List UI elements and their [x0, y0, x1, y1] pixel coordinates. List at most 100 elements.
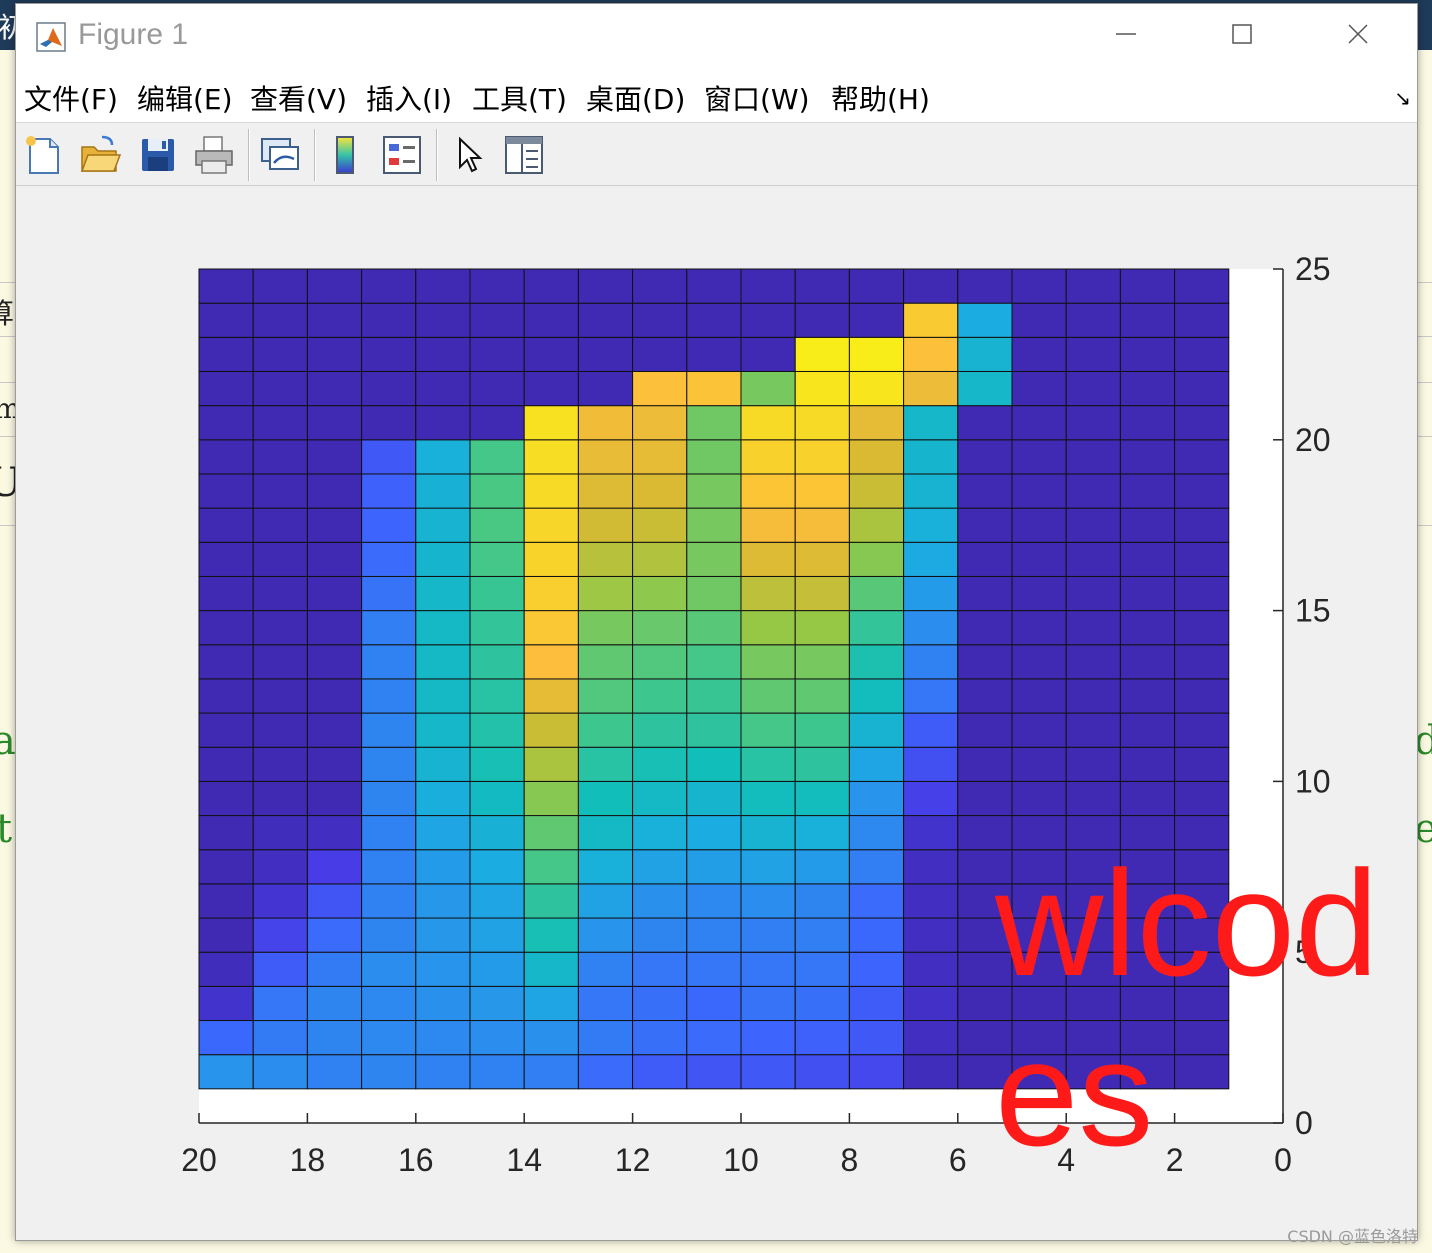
dock-arrow-icon[interactable]: ↘ — [1394, 86, 1411, 110]
close-button[interactable] — [1300, 4, 1416, 64]
heatmap-cell — [523, 883, 579, 919]
link-plot-icon[interactable] — [258, 133, 302, 177]
heatmap-cell — [848, 712, 905, 748]
heatmap-cell — [740, 507, 796, 543]
heatmap-cell — [903, 712, 959, 748]
heatmap-cell — [252, 883, 308, 919]
heatmap-cell — [1065, 473, 1121, 509]
heatmap-cell — [1174, 405, 1230, 441]
heatmap-cell — [903, 678, 959, 714]
heatmap-cell — [903, 268, 959, 304]
heatmap-cell — [848, 951, 905, 987]
heatmap-cell — [794, 746, 850, 782]
heatmap-cell — [361, 336, 417, 372]
heatmap-cell — [794, 917, 850, 953]
menu-file[interactable]: 文件(F) — [24, 78, 118, 118]
heatmap-cell — [306, 302, 363, 338]
heatmap-cell — [632, 917, 688, 953]
heatmap-cell — [523, 473, 579, 509]
heatmap-cell — [523, 917, 579, 953]
heatmap-cell — [903, 541, 959, 577]
heatmap-cell — [740, 644, 796, 680]
heatmap-cell — [686, 951, 742, 987]
heatmap-cell — [686, 541, 742, 577]
menu-desktop[interactable]: 桌面(D) — [586, 78, 685, 118]
heatmap-cell — [740, 541, 796, 577]
menu-window[interactable]: 窗口(W) — [704, 78, 810, 118]
maximize-button[interactable] — [1184, 4, 1300, 64]
heatmap-cell — [415, 575, 471, 612]
heatmap-cell — [794, 541, 850, 577]
heatmap-cell — [740, 1020, 796, 1056]
heatmap-cell — [632, 712, 688, 748]
heatmap-cell — [469, 815, 525, 851]
heatmap-cell — [252, 336, 308, 372]
heatmap-cell — [1174, 644, 1230, 680]
heatmap-cell — [306, 780, 363, 817]
heatmap-cell — [306, 1020, 363, 1056]
heatmap-cell — [632, 883, 688, 919]
heatmap-cell — [794, 678, 850, 714]
heatmap-cell — [903, 575, 959, 612]
heatmap-cell — [198, 370, 254, 407]
edit-plot-pointer-icon[interactable] — [448, 133, 492, 177]
menu-insert[interactable]: 插入(I) — [366, 78, 452, 118]
heatmap-cell — [1119, 439, 1176, 475]
heatmap-cell — [1011, 678, 1067, 714]
heatmap-cell — [848, 678, 905, 714]
print-icon[interactable] — [192, 133, 236, 177]
heatmap-cell — [523, 541, 579, 577]
heatmap-cell — [1174, 610, 1230, 646]
x-tick-label: 14 — [506, 1142, 542, 1178]
heatmap-cell — [469, 883, 525, 919]
heatmap-cell — [740, 951, 796, 987]
heatmap-cell — [794, 1020, 850, 1056]
menu-edit[interactable]: 编辑(E) — [137, 78, 233, 118]
heatmap-cell — [198, 268, 254, 304]
heatmap-cell — [361, 575, 417, 612]
heatmap-cell — [469, 268, 525, 304]
minimize-button[interactable] — [1068, 4, 1184, 64]
heatmap-cell — [1119, 678, 1176, 714]
heatmap-cell — [577, 951, 634, 987]
heatmap-cell — [1119, 712, 1176, 748]
heatmap-cell — [1119, 644, 1176, 680]
menu-view[interactable]: 查看(V) — [250, 78, 347, 118]
heatmap-cell — [848, 336, 905, 372]
heatmap-cell — [523, 712, 579, 748]
heatmap-cell — [523, 610, 579, 646]
menu-help[interactable]: 帮助(H) — [831, 78, 930, 118]
new-figure-icon[interactable] — [22, 133, 66, 177]
heatmap-cell — [306, 746, 363, 782]
heatmap-cell — [198, 336, 254, 372]
heatmap-cell — [361, 541, 417, 577]
heatmap-cell — [361, 644, 417, 680]
heatmap-cell — [523, 1020, 579, 1056]
heatmap-cell — [361, 370, 417, 407]
save-icon[interactable] — [136, 133, 180, 177]
colorbar-icon[interactable] — [324, 133, 368, 177]
heatmap-cell — [632, 336, 688, 372]
heatmap-cell — [469, 336, 525, 372]
heatmap-cell — [903, 370, 959, 407]
property-inspector-icon[interactable] — [502, 133, 546, 177]
heatmap-cell — [903, 405, 959, 441]
menu-tools[interactable]: 工具(T) — [472, 78, 567, 118]
heatmap-cell — [306, 473, 363, 509]
heatmap-cell — [523, 268, 579, 304]
heatmap-cell — [632, 302, 688, 338]
heatmap-cell — [794, 575, 850, 612]
heatmap-cell — [469, 951, 525, 987]
window-titlebar[interactable]: Figure 1 — [16, 4, 1417, 64]
open-file-icon[interactable] — [78, 133, 122, 177]
heatmap-cell — [686, 610, 742, 646]
heatmap-cell — [1065, 405, 1121, 441]
heatmap-cell — [632, 405, 688, 441]
heatmap-cell — [198, 985, 254, 1022]
heatmap-cell — [903, 336, 959, 372]
legend-icon[interactable] — [380, 133, 424, 177]
heatmap-cell — [1011, 610, 1067, 646]
heatmap-cell — [1119, 507, 1176, 543]
credit-watermark: CSDN @蓝色洛特 — [1287, 1227, 1418, 1246]
heatmap-cell — [1011, 336, 1067, 372]
